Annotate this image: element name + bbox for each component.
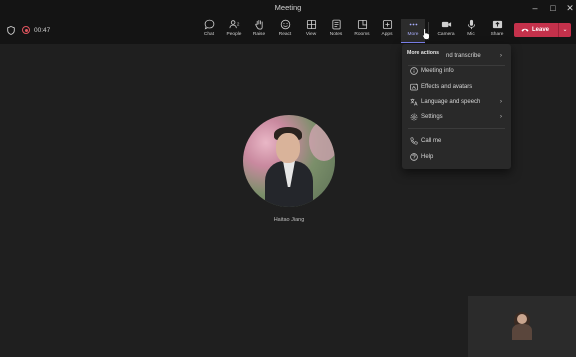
language-icon xyxy=(410,98,418,106)
chevron-right-icon: › xyxy=(499,52,502,59)
react-label: React xyxy=(278,32,292,37)
mouse-cursor-icon xyxy=(422,28,430,40)
apps-label: Apps xyxy=(381,32,393,37)
menu-item-label: Call me xyxy=(421,138,442,144)
raise-hand-button[interactable]: Raise xyxy=(247,19,271,43)
minimize-button[interactable]: – xyxy=(528,1,542,15)
shield-icon xyxy=(7,26,15,35)
menu-item-label: nd transcribe xyxy=(446,53,481,59)
view-button[interactable]: View xyxy=(299,19,323,43)
effects-icon xyxy=(410,83,418,91)
menu-item-label: Effects and avatars xyxy=(421,84,473,90)
camera-icon xyxy=(441,21,451,28)
rooms-icon xyxy=(357,19,367,30)
people-button[interactable]: 2 People xyxy=(222,19,246,43)
help-icon xyxy=(410,153,418,161)
notes-label: Notes xyxy=(329,32,343,37)
meeting-timer: 00:47 xyxy=(34,27,51,34)
self-view-person xyxy=(512,312,532,340)
camera-button[interactable]: Camera xyxy=(434,19,458,43)
menu-item-label: Language and speech xyxy=(421,99,481,105)
menu-item-settings[interactable]: Settings › xyxy=(402,110,511,124)
react-button[interactable]: React xyxy=(273,19,297,43)
share-icon xyxy=(492,20,502,29)
menu-item-call-me[interactable]: Call me xyxy=(402,134,511,148)
rooms-button[interactable]: Rooms xyxy=(350,19,374,43)
title-bar: Meeting – □ ✕ xyxy=(0,0,576,16)
settings-icon xyxy=(410,113,418,121)
menu-item-label: Settings xyxy=(421,114,443,120)
share-label: Share xyxy=(490,32,504,37)
notes-icon xyxy=(331,19,341,30)
participant-name: Haitao Jiang xyxy=(273,217,305,223)
view-icon xyxy=(306,19,316,30)
menu-item-language-and-speech[interactable]: Language and speech › xyxy=(402,95,511,109)
mic-icon xyxy=(467,19,475,30)
phone-icon xyxy=(410,137,418,145)
leave-options-button[interactable]: ⌄ xyxy=(558,23,571,37)
mic-button[interactable]: Mic xyxy=(459,19,483,43)
camera-label: Camera xyxy=(437,32,455,37)
raise-hand-icon xyxy=(254,19,263,30)
people-icon: 2 xyxy=(229,20,239,29)
info-icon xyxy=(410,67,418,75)
close-button[interactable]: ✕ xyxy=(563,1,576,15)
hang-up-icon xyxy=(521,28,529,32)
meeting-window: Meeting – □ ✕ 00:47 Chat 2 People Raise … xyxy=(0,0,576,357)
more-actions-tooltip: More actions xyxy=(404,47,444,59)
more-icon xyxy=(409,23,417,26)
notes-button[interactable]: Notes xyxy=(324,19,348,43)
menu-item-label: Meeting info xyxy=(421,68,454,74)
rooms-label: Rooms xyxy=(354,32,370,37)
menu-item-effects-and-avatars[interactable]: Effects and avatars xyxy=(402,80,511,94)
apps-icon xyxy=(382,19,392,30)
apps-button[interactable]: Apps xyxy=(375,19,399,43)
leave-button[interactable]: Leave xyxy=(514,23,558,37)
leave-label: Leave xyxy=(532,26,550,33)
react-icon xyxy=(280,19,290,30)
more-actions-menu: nd transcribe › Meeting info Effects and… xyxy=(402,44,511,169)
chat-label: Chat xyxy=(203,32,215,37)
meeting-toolbar: 00:47 Chat 2 People Raise React View Not… xyxy=(0,16,576,44)
chevron-right-icon: › xyxy=(499,98,502,105)
chat-icon xyxy=(204,19,214,30)
people-count-badge: 2 xyxy=(236,21,239,26)
share-button[interactable]: Share xyxy=(485,19,509,43)
window-title: Meeting xyxy=(274,3,302,12)
menu-divider xyxy=(408,128,505,129)
menu-item-help[interactable]: Help xyxy=(402,150,511,164)
menu-item-meeting-info[interactable]: Meeting info xyxy=(402,64,511,78)
view-label: View xyxy=(305,32,317,37)
maximize-button[interactable]: □ xyxy=(546,1,560,15)
recording-icon xyxy=(22,26,30,34)
raise-label: Raise xyxy=(252,32,266,37)
menu-item-label: Help xyxy=(421,154,434,160)
chevron-down-icon: ⌄ xyxy=(562,27,568,33)
chat-button[interactable]: Chat xyxy=(197,19,221,43)
participant-avatar xyxy=(243,115,335,207)
mic-label: Mic xyxy=(467,32,475,37)
chevron-right-icon: › xyxy=(499,113,502,120)
people-label: People xyxy=(226,32,242,37)
self-view-video[interactable] xyxy=(468,296,576,357)
